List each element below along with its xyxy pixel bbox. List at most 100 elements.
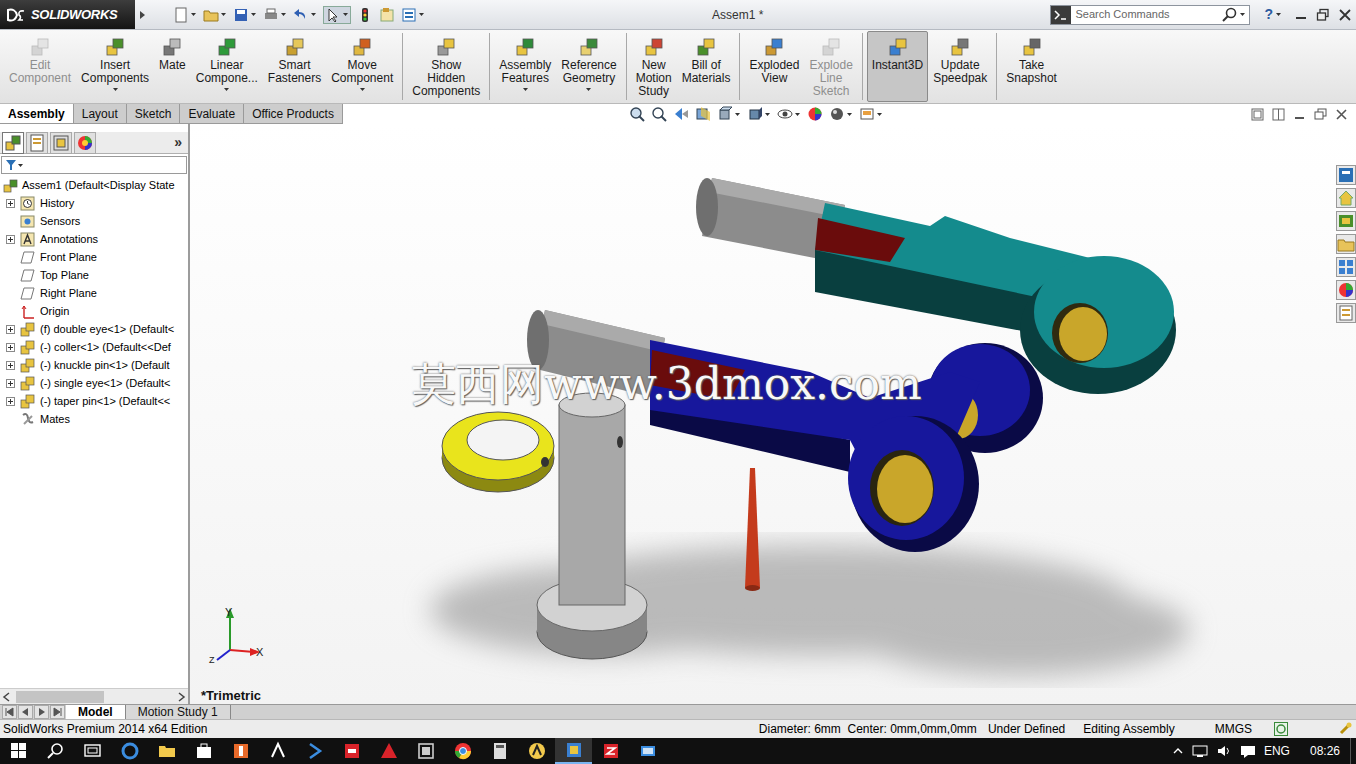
app-icon[interactable] bbox=[259, 738, 296, 764]
pin-icon[interactable] bbox=[1338, 722, 1352, 736]
ribbon-button[interactable]: Instant3D bbox=[867, 31, 928, 102]
network-icon[interactable] bbox=[1192, 744, 1208, 758]
tree-item[interactable]: (-) knuckle pin<1> (Default bbox=[0, 356, 188, 374]
ribbon-button[interactable]: ReferenceGeometry bbox=[556, 31, 621, 102]
show-hidden-icons-icon[interactable] bbox=[1172, 745, 1184, 757]
ribbon-button[interactable]: MoveComponent bbox=[326, 31, 398, 102]
heads-up-button[interactable] bbox=[673, 106, 689, 122]
restore-icon[interactable] bbox=[1316, 8, 1330, 22]
quick-access-button[interactable] bbox=[293, 7, 317, 23]
tree-expander[interactable] bbox=[6, 379, 15, 388]
magnifier-icon[interactable] bbox=[1222, 7, 1238, 23]
model-tab[interactable]: Model bbox=[66, 705, 126, 719]
expand-plus-icon[interactable] bbox=[6, 379, 15, 388]
dropdown-arrow-icon[interactable] bbox=[359, 87, 366, 92]
tree-item[interactable]: (-) taper pin<1> (Default<< bbox=[0, 392, 188, 410]
quick-access-button[interactable] bbox=[323, 6, 351, 24]
quick-access-button[interactable] bbox=[263, 7, 287, 23]
dropdown-arrow-icon[interactable] bbox=[112, 87, 119, 92]
previous-tab-icon[interactable] bbox=[18, 705, 33, 719]
solidworks-icon[interactable] bbox=[333, 738, 370, 764]
home-icon[interactable] bbox=[1336, 188, 1356, 208]
command-tab[interactable]: Layout bbox=[74, 104, 127, 123]
panel-more-button[interactable]: » bbox=[174, 132, 182, 153]
task-view-icon[interactable] bbox=[74, 738, 111, 764]
command-tab[interactable]: Assembly bbox=[0, 104, 74, 123]
ribbon-button[interactable]: SmartFasteners bbox=[263, 31, 326, 102]
tree-item[interactable]: (f) double eye<1> (Default< bbox=[0, 320, 188, 338]
quick-access-button[interactable] bbox=[379, 7, 395, 23]
tree-item[interactable]: Front Plane bbox=[0, 248, 188, 266]
tree-expander[interactable] bbox=[6, 325, 15, 334]
last-tab-icon[interactable] bbox=[50, 705, 65, 719]
help-button[interactable]: ? bbox=[1264, 4, 1282, 25]
minimize-icon[interactable] bbox=[1294, 8, 1308, 22]
model-canvas[interactable] bbox=[190, 124, 1356, 704]
property-manager-icon[interactable] bbox=[26, 132, 48, 154]
tree-item[interactable]: Mates bbox=[0, 410, 188, 428]
tree-item[interactable]: Right Plane bbox=[0, 284, 188, 302]
expand-plus-icon[interactable] bbox=[6, 397, 15, 406]
quick-access-button[interactable] bbox=[401, 7, 425, 23]
clock[interactable]: 08:26 bbox=[1310, 742, 1340, 760]
horizontal-scrollbar[interactable] bbox=[0, 688, 188, 704]
ribbon-button[interactable]: Bill ofMaterials bbox=[677, 31, 736, 102]
solidworks-icon[interactable] bbox=[592, 738, 629, 764]
tree-item[interactable]: History bbox=[0, 194, 188, 212]
solidworks-icon[interactable] bbox=[555, 738, 592, 764]
configuration-manager-icon[interactable] bbox=[50, 132, 72, 154]
scroll-right-icon[interactable] bbox=[174, 690, 188, 704]
calculator-icon[interactable] bbox=[481, 738, 518, 764]
display-manager-icon[interactable] bbox=[74, 132, 96, 154]
tree-expander[interactable] bbox=[6, 397, 15, 406]
store-icon[interactable] bbox=[185, 738, 222, 764]
knuckle-pin[interactable] bbox=[537, 393, 647, 659]
app-icon[interactable] bbox=[296, 738, 333, 764]
dropdown-arrow-icon[interactable] bbox=[1238, 12, 1249, 18]
expand-plus-icon[interactable] bbox=[6, 199, 15, 208]
ribbon-button[interactable]: ExplodedView bbox=[744, 31, 804, 102]
tree-item[interactable]: (-) single eye<1> (Default< bbox=[0, 374, 188, 392]
ribbon-button[interactable]: Mate bbox=[154, 31, 191, 102]
windows-start-icon[interactable] bbox=[0, 738, 37, 764]
tree-item[interactable]: (-) coller<1> (Default<<Def bbox=[0, 338, 188, 356]
heads-up-button[interactable] bbox=[859, 106, 883, 122]
status-help-icon[interactable] bbox=[1274, 722, 1288, 736]
scroll-left-icon[interactable] bbox=[0, 690, 14, 704]
expand-plus-icon[interactable] bbox=[6, 361, 15, 370]
tree-expander[interactable] bbox=[6, 361, 15, 370]
ribbon-button[interactable]: TakeSnapshot bbox=[1001, 31, 1062, 102]
app-icon[interactable] bbox=[518, 738, 555, 764]
heads-up-button[interactable] bbox=[829, 106, 853, 122]
ribbon-button[interactable]: AssemblyFeatures bbox=[494, 31, 556, 102]
show-desktop-button[interactable] bbox=[1350, 738, 1356, 764]
ribbon-button[interactable]: ShowHiddenComponents bbox=[407, 31, 485, 102]
quick-access-button[interactable] bbox=[233, 7, 257, 23]
first-tab-icon[interactable] bbox=[2, 705, 17, 719]
quick-access-button[interactable] bbox=[357, 7, 373, 23]
resources-icon[interactable] bbox=[1336, 165, 1356, 185]
tree-item[interactable]: Top Plane bbox=[0, 266, 188, 284]
heads-up-button[interactable] bbox=[717, 106, 741, 122]
feature-manager-icon[interactable] bbox=[2, 132, 24, 154]
file-explorer-icon[interactable] bbox=[1336, 234, 1356, 254]
taper-pin[interactable] bbox=[745, 468, 760, 591]
design-library-icon[interactable] bbox=[1336, 211, 1356, 231]
quick-access-button[interactable] bbox=[203, 7, 227, 23]
expand-plus-icon[interactable] bbox=[6, 325, 15, 334]
tree-expander[interactable] bbox=[6, 235, 15, 244]
graphics-area[interactable]: 莫西网www.3dmox.comYXZ*Trimetric bbox=[190, 124, 1356, 704]
heads-up-button[interactable] bbox=[747, 106, 771, 122]
volume-icon[interactable] bbox=[1216, 744, 1232, 758]
split-view-icon[interactable] bbox=[1251, 108, 1264, 121]
input-language[interactable]: ENG bbox=[1264, 742, 1290, 760]
tree-item[interactable]: Origin bbox=[0, 302, 188, 320]
next-tab-icon[interactable] bbox=[34, 705, 49, 719]
tree-item[interactable]: Assem1 (Default<Display State bbox=[0, 176, 188, 194]
expand-plus-icon[interactable] bbox=[6, 235, 15, 244]
command-tab[interactable]: Office Products bbox=[244, 104, 343, 123]
logo[interactable]: SOLIDWORKS bbox=[0, 0, 135, 29]
file-explorer-icon[interactable] bbox=[148, 738, 185, 764]
custom-properties-icon[interactable] bbox=[1336, 303, 1356, 323]
restore-icon[interactable] bbox=[1314, 108, 1327, 121]
